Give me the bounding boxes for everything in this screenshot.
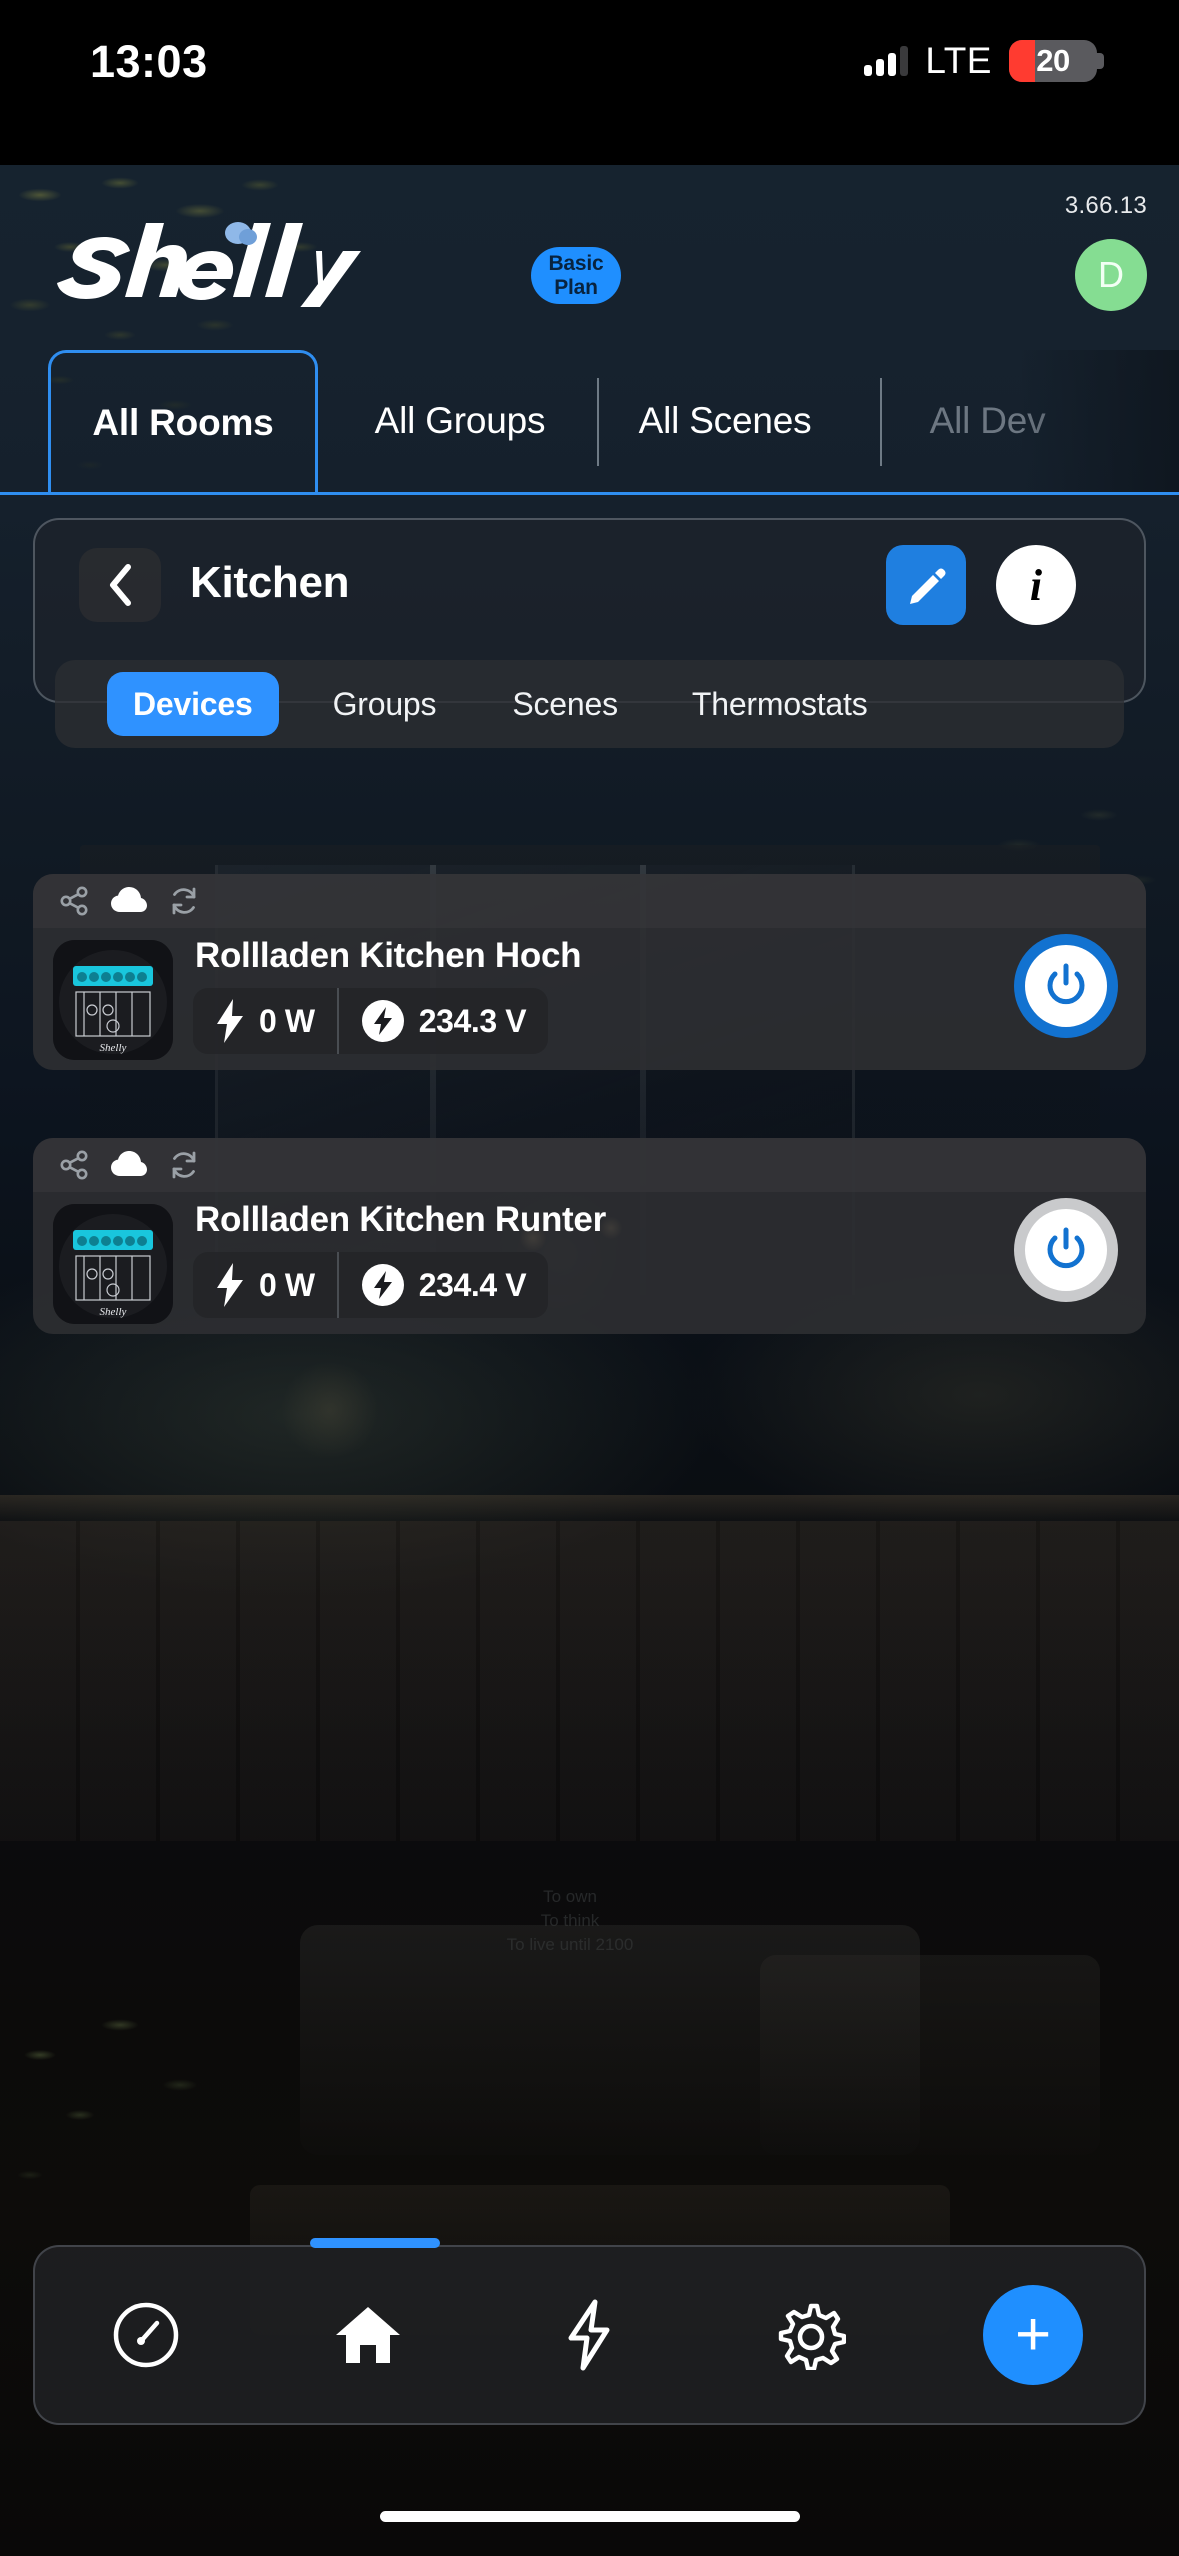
device-name: Rollladen Kitchen Hoch bbox=[195, 936, 582, 975]
page-title: Kitchen bbox=[190, 558, 350, 607]
battery-icon: 20 bbox=[1009, 40, 1104, 82]
metric-voltage: 234.4 V bbox=[336, 1252, 549, 1318]
cellular-signal-icon bbox=[864, 46, 909, 76]
main-tabs: All Rooms All Groups All Scenes All Dev bbox=[0, 350, 1179, 495]
plan-badge[interactable]: Basic Plan bbox=[531, 247, 621, 304]
subtab-groups[interactable]: Groups bbox=[307, 672, 463, 736]
device-status-icons bbox=[33, 1138, 1146, 1192]
bottom-navigation: + bbox=[33, 2245, 1146, 2425]
metric-voltage: 234.3 V bbox=[336, 988, 549, 1054]
add-button[interactable]: + bbox=[983, 2285, 1084, 2385]
tabs-scroll-fade bbox=[1019, 350, 1179, 492]
device-name: Rollladen Kitchen Runter bbox=[195, 1200, 606, 1239]
metric-power: 0 W bbox=[193, 1252, 337, 1318]
lightning-icon bbox=[568, 2299, 610, 2371]
home-icon bbox=[335, 2307, 400, 2363]
tabs-underline bbox=[0, 492, 1179, 495]
edit-room-button[interactable] bbox=[886, 545, 966, 625]
network-type-label: LTE bbox=[925, 40, 992, 81]
voltage-icon bbox=[361, 1000, 404, 1042]
status-bar: 13:03 LTE 20 bbox=[0, 0, 1179, 165]
device-power-toggle[interactable] bbox=[1014, 1198, 1118, 1302]
home-indicator bbox=[379, 2511, 800, 2522]
lightning-icon bbox=[217, 999, 243, 1043]
roof-ledge bbox=[0, 1495, 1179, 1521]
device-status-icons bbox=[33, 874, 1146, 928]
tab-all-groups[interactable]: All Groups bbox=[345, 350, 575, 492]
status-bar-time: 13:03 bbox=[90, 36, 208, 87]
nav-settings[interactable] bbox=[751, 2275, 871, 2395]
lightning-icon bbox=[217, 1263, 243, 1307]
subtab-devices[interactable]: Devices bbox=[107, 672, 279, 736]
refresh-icon[interactable] bbox=[169, 1150, 199, 1180]
shelly-logo bbox=[42, 217, 382, 307]
tab-all-scenes[interactable]: All Scenes bbox=[620, 350, 830, 492]
scroll-indicator[interactable] bbox=[310, 2238, 440, 2248]
nav-add[interactable]: + bbox=[973, 2275, 1093, 2395]
chevron-left-icon bbox=[110, 564, 131, 606]
wall-signage-line-1: To own bbox=[543, 1887, 597, 1906]
device-metrics: 0 W 234.4 V bbox=[193, 1252, 549, 1318]
power-icon bbox=[1047, 963, 1085, 1005]
nav-energy[interactable] bbox=[529, 2275, 649, 2395]
gear-icon bbox=[779, 2303, 847, 2370]
device-metrics: 0 W 234.3 V bbox=[193, 988, 549, 1054]
power-value: 0 W bbox=[259, 1266, 315, 1303]
cloud-icon[interactable] bbox=[111, 1151, 147, 1179]
voltage-icon bbox=[361, 1264, 404, 1306]
avatar[interactable]: D bbox=[1075, 239, 1147, 311]
patio-furniture bbox=[760, 1955, 1100, 2155]
room-subtabs: Devices Groups Scenes Thermostats bbox=[55, 660, 1124, 748]
back-button[interactable] bbox=[79, 548, 161, 622]
deck-floor bbox=[0, 1521, 1179, 1841]
app-header: 3.66.13 Basic Plan D bbox=[0, 165, 1179, 350]
cloud-icon[interactable] bbox=[111, 887, 147, 915]
svg-text:Shelly: Shelly bbox=[100, 1042, 127, 1054]
device-card[interactable]: Shelly Rollladen Kitchen Runter 0 W 234.… bbox=[33, 1138, 1146, 1334]
device-power-toggle[interactable] bbox=[1014, 934, 1118, 1038]
voltage-value: 234.4 V bbox=[418, 1266, 527, 1303]
battery-percent-label: 20 bbox=[1036, 43, 1070, 78]
tab-all-rooms[interactable]: All Rooms bbox=[48, 350, 318, 492]
pencil-icon bbox=[910, 568, 946, 604]
share-icon[interactable] bbox=[59, 1150, 89, 1180]
room-info-button[interactable]: i bbox=[996, 545, 1076, 625]
subtab-scenes[interactable]: Scenes bbox=[486, 672, 644, 736]
voltage-value: 234.3 V bbox=[418, 1002, 527, 1039]
nav-dashboard[interactable] bbox=[86, 2275, 206, 2395]
dashboard-gauge-icon bbox=[113, 2302, 179, 2368]
device-thumbnail: Shelly bbox=[53, 940, 173, 1060]
device-thumbnail: Shelly bbox=[53, 1204, 173, 1324]
device-card[interactable]: Shelly Rollladen Kitchen Hoch 0 W 234.3 … bbox=[33, 874, 1146, 1070]
nav-home[interactable] bbox=[308, 2275, 428, 2395]
app-version-label: 3.66.13 bbox=[1064, 192, 1147, 219]
power-value: 0 W bbox=[259, 1002, 315, 1039]
share-icon[interactable] bbox=[59, 886, 89, 916]
metric-power: 0 W bbox=[193, 988, 337, 1054]
power-icon bbox=[1047, 1227, 1085, 1269]
svg-text:Shelly: Shelly bbox=[100, 1306, 127, 1318]
subtab-thermostats[interactable]: Thermostats bbox=[666, 672, 894, 736]
status-bar-indicators: LTE 20 bbox=[864, 40, 1104, 82]
tab-divider bbox=[597, 378, 599, 466]
refresh-icon[interactable] bbox=[169, 886, 199, 916]
